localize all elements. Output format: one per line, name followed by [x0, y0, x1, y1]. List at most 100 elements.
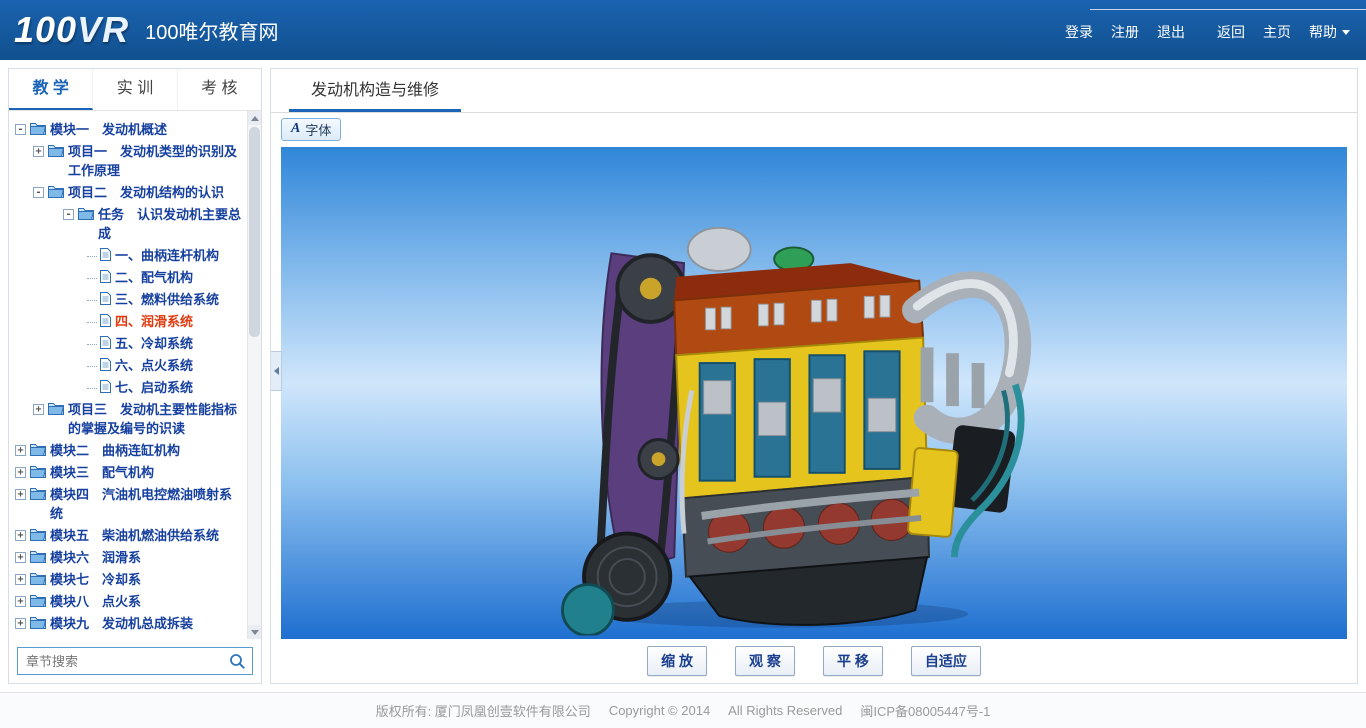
folder-icon	[48, 185, 64, 198]
expand-icon[interactable]: +	[33, 404, 44, 415]
main-panel: 发动机构造与维修 A 字体	[270, 68, 1358, 684]
header: 100VR 100唯尔教育网 登录注册退出返回主页帮助	[0, 0, 1366, 60]
scrollbar-thumb[interactable]	[249, 127, 260, 337]
search-input[interactable]	[18, 654, 222, 669]
tree-item-label: 模块三 配气机构	[50, 463, 243, 482]
collapse-icon[interactable]: -	[33, 187, 44, 198]
engine-3d-model[interactable]	[522, 147, 1042, 639]
site-logo[interactable]: 100VR	[14, 9, 129, 51]
header-link-logout[interactable]: 退出	[1157, 22, 1185, 42]
course-tab[interactable]: 发动机构造与维修	[289, 66, 461, 112]
tree-item[interactable]: + 模块五 柴油机燃油供给系统	[11, 526, 243, 545]
expand-icon[interactable]: +	[15, 618, 26, 629]
tree-item-label: 模块九 发动机总成拆装	[50, 614, 243, 633]
header-link-register[interactable]: 注册	[1111, 22, 1139, 42]
page-body: 教 学实 训考 核 -模块一 发动机概述+项目一 发动机类型的识别及工作原理-项…	[0, 60, 1366, 692]
search-icon	[229, 653, 246, 670]
font-icon: A	[291, 122, 300, 136]
footer-text: 闽ICP备08005447号-1	[860, 701, 990, 720]
tree-item-label: 模块二 曲柄连缸机构	[50, 441, 243, 460]
tree-item[interactable]: 六、点火系统	[11, 356, 243, 375]
header-link-home[interactable]: 主页	[1263, 22, 1291, 42]
document-icon	[100, 314, 111, 327]
tree-item[interactable]: + 模块七 冷却系	[11, 570, 243, 589]
tree-item[interactable]: -项目二 发动机结构的认识	[11, 183, 243, 202]
tree-item[interactable]: 一、曲柄连杆机构	[11, 246, 243, 265]
tree-item[interactable]: + 模块八 点火系	[11, 592, 243, 611]
font-button[interactable]: A 字体	[281, 118, 341, 141]
tree-item[interactable]: + 模块九 发动机总成拆装	[11, 614, 243, 633]
tree-item-label: 四、润滑系统	[115, 312, 243, 331]
content-tabbar: 发动机构造与维修	[271, 69, 1357, 113]
tree-connector	[87, 388, 97, 389]
header-link-help[interactable]: 帮助	[1309, 22, 1350, 42]
expand-icon[interactable]: +	[15, 574, 26, 585]
tree-item[interactable]: + 模块二 曲柄连缸机构	[11, 441, 243, 460]
tree-item[interactable]: 七、启动系统	[11, 378, 243, 397]
fit-button[interactable]: 自适应	[911, 646, 981, 676]
observe-button[interactable]: 观 察	[735, 646, 795, 676]
tree-item-label: 模块六 润滑系	[50, 548, 243, 567]
tree-item[interactable]: 三、燃料供给系统	[11, 290, 243, 309]
tree-item-label: 模块四 汽油机电控燃油喷射系统	[50, 485, 243, 523]
viewer-3d[interactable]	[281, 147, 1347, 639]
tree-item-label: 模块八 点火系	[50, 592, 243, 611]
tree-scrollbar[interactable]	[247, 111, 261, 639]
engine-illustration	[522, 147, 1042, 636]
expand-icon[interactable]: +	[15, 445, 26, 456]
expand-icon[interactable]: +	[33, 146, 44, 157]
font-button-label: 字体	[305, 120, 331, 139]
expand-icon[interactable]: +	[15, 530, 26, 541]
tree-item[interactable]: - 模块一 发动机概述	[11, 120, 243, 139]
viewer-toolbar: A 字体	[271, 113, 1357, 145]
tree-item[interactable]: +项目一 发动机类型的识别及工作原理	[11, 142, 243, 180]
pan-button[interactable]: 平 移	[823, 646, 883, 676]
sidebar: 教 学实 训考 核 -模块一 发动机概述+项目一 发动机类型的识别及工作原理-项…	[8, 68, 262, 684]
tab-teaching[interactable]: 教 学	[9, 69, 93, 110]
tab-assessment[interactable]: 考 核	[178, 69, 261, 110]
folder-icon	[30, 122, 46, 135]
tree-item[interactable]: 二、配气机构	[11, 268, 243, 287]
tree-item[interactable]: - 任务 认识发动机主要总成	[11, 205, 243, 243]
folder-icon	[30, 550, 46, 563]
scroll-down-icon[interactable]	[248, 625, 261, 639]
viewer-button-row: 缩 放观 察平 移自适应	[271, 639, 1357, 683]
header-link-login[interactable]: 登录	[1065, 22, 1093, 42]
zoom-button[interactable]: 缩 放	[647, 646, 707, 676]
folder-icon	[30, 616, 46, 629]
scroll-up-icon[interactable]	[248, 111, 261, 125]
footer-text: All Rights Reserved	[728, 703, 842, 718]
tree-item[interactable]: + 模块四 汽油机电控燃油喷射系统	[11, 485, 243, 523]
tree-item[interactable]: 四、润滑系统	[11, 312, 243, 331]
folder-icon	[48, 402, 64, 415]
expand-icon[interactable]: +	[15, 467, 26, 478]
collapse-icon[interactable]: -	[15, 124, 26, 135]
tree-item[interactable]: + 模块六 润滑系	[11, 548, 243, 567]
folder-icon	[48, 144, 64, 157]
tab-training[interactable]: 实 训	[93, 69, 177, 110]
folder-icon	[30, 528, 46, 541]
collapse-icon[interactable]: -	[63, 209, 74, 220]
expand-icon[interactable]: +	[15, 552, 26, 563]
expand-icon[interactable]: +	[15, 489, 26, 500]
chevron-left-icon	[274, 367, 279, 375]
header-divider	[1090, 9, 1366, 10]
tree-item-label: 任务 认识发动机主要总成	[98, 205, 243, 243]
tree-item-label: 三、燃料供给系统	[115, 290, 243, 309]
tree-item-label: 模块一 发动机概述	[50, 120, 243, 139]
collapse-sidebar-handle[interactable]	[271, 351, 282, 391]
tree-item-label: 模块七 冷却系	[50, 570, 243, 589]
header-link-back[interactable]: 返回	[1217, 22, 1245, 42]
footer-text: 版权所有: 厦门凤凰创壹软件有限公司	[376, 701, 591, 720]
search-button[interactable]	[222, 648, 252, 674]
header-links: 登录注册退出 返回主页帮助	[1047, 22, 1350, 42]
tree-item-label: 项目三 发动机主要性能指标的掌握及编号的识读	[68, 400, 243, 438]
tree-item-label: 模块五 柴油机燃油供给系统	[50, 526, 243, 545]
tree-item[interactable]: + 模块三 配气机构	[11, 463, 243, 482]
folder-icon	[78, 207, 94, 220]
tree-item[interactable]: + 项目三 发动机主要性能指标的掌握及编号的识读	[11, 400, 243, 438]
search-area	[9, 639, 261, 683]
tree-item[interactable]: 五、冷却系统	[11, 334, 243, 353]
document-icon	[100, 270, 111, 283]
expand-icon[interactable]: +	[15, 596, 26, 607]
